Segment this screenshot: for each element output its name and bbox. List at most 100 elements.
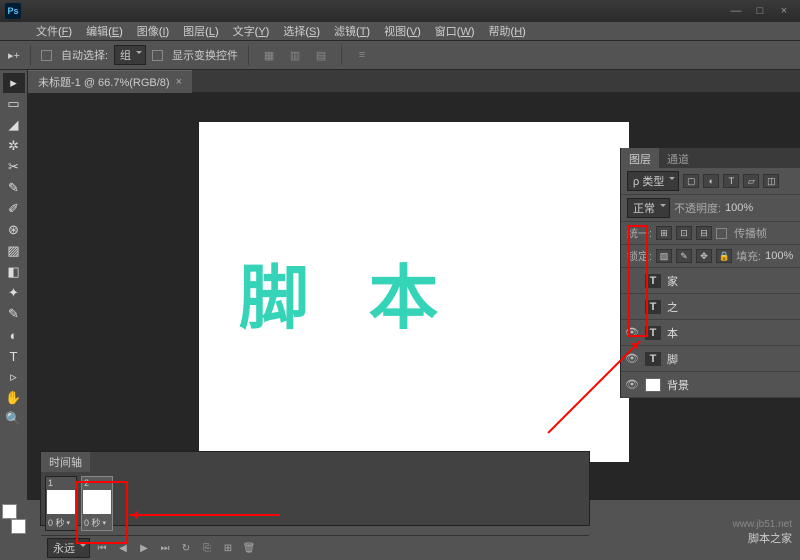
blur-tool[interactable]: ✎ bbox=[3, 304, 25, 324]
menu-help[interactable]: 帮助(H) bbox=[483, 21, 532, 41]
menu-window[interactable]: 窗口(W) bbox=[429, 21, 481, 41]
maximize-button[interactable]: □ bbox=[749, 3, 771, 19]
fill-value[interactable]: 100% bbox=[765, 250, 793, 262]
layer-name[interactable]: 本 bbox=[667, 325, 678, 341]
layer-name[interactable]: 脚 bbox=[667, 351, 678, 367]
menu-image[interactable]: 图像(I) bbox=[131, 21, 175, 41]
auto-select-checkbox[interactable] bbox=[41, 50, 52, 61]
tween-button[interactable]: ↻ bbox=[177, 541, 195, 555]
fill-label: 填充: bbox=[736, 248, 761, 264]
menu-filter[interactable]: 滤镜(T) bbox=[328, 21, 376, 41]
wand-tool[interactable]: ✲ bbox=[3, 136, 25, 156]
document-tab[interactable]: 未标题-1 @ 66.7%(RGB/8) × bbox=[28, 70, 192, 93]
dodge-tool[interactable]: ◐ bbox=[3, 325, 25, 345]
unify-style-icon[interactable]: ⊟ bbox=[696, 226, 712, 240]
menu-layer[interactable]: 图层(L) bbox=[177, 21, 224, 41]
propagate-checkbox[interactable] bbox=[716, 228, 727, 239]
next-frame-button[interactable]: ⏭ bbox=[156, 541, 174, 555]
layer-name[interactable]: 之 bbox=[667, 299, 678, 315]
tab-layers[interactable]: 图层 bbox=[621, 148, 659, 168]
distribute-button[interactable]: ≡ bbox=[352, 45, 372, 65]
auto-select-label: 自动选择: bbox=[61, 47, 108, 63]
document-tab-label: 未标题-1 @ 66.7%(RGB/8) bbox=[38, 74, 170, 90]
unify-position-icon[interactable]: ⊞ bbox=[656, 226, 672, 240]
filter-adjust-icon[interactable]: ◐ bbox=[703, 174, 719, 188]
layer-name[interactable]: 家 bbox=[667, 273, 678, 289]
tab-channels[interactable]: 通道 bbox=[659, 148, 697, 168]
hand-tool[interactable]: ✋ bbox=[3, 388, 25, 408]
lock-position-icon[interactable]: ✥ bbox=[696, 249, 712, 263]
filter-smart-icon[interactable]: ◫ bbox=[763, 174, 779, 188]
annotation-arrow bbox=[130, 514, 280, 516]
filter-shape-icon[interactable]: ▱ bbox=[743, 174, 759, 188]
delete-frame-button[interactable]: 🗑 bbox=[240, 541, 258, 555]
eyedropper-tool[interactable]: ✎ bbox=[3, 178, 25, 198]
background-color[interactable] bbox=[11, 519, 26, 534]
brush-tool[interactable]: ✐ bbox=[3, 199, 25, 219]
type-layer-icon: T bbox=[645, 352, 661, 366]
timeline-tab[interactable]: 时间轴 bbox=[41, 452, 90, 472]
filter-type-icon[interactable]: T bbox=[723, 174, 739, 188]
canvas[interactable]: 脚 本 bbox=[199, 122, 629, 462]
play-button[interactable]: ▶ bbox=[135, 541, 153, 555]
minimize-button[interactable]: — bbox=[725, 3, 747, 19]
filter-pixel-icon[interactable]: ▢ bbox=[683, 174, 699, 188]
frame-delay[interactable]: 0 秒 bbox=[46, 515, 76, 530]
watermark: www.jb51.net 脚本之家 bbox=[733, 519, 792, 546]
crop-tool[interactable]: ✂ bbox=[3, 157, 25, 177]
toolbox: ▸ ▭ ◢ ✲ ✂ ✎ ✐ ⊛ ▨ ◧ ✦ ✎ ◐ T ▹ ✋ 🔍 bbox=[0, 70, 28, 500]
move-tool[interactable]: ▸ bbox=[3, 73, 25, 93]
background-layer-icon bbox=[645, 378, 661, 392]
menu-view[interactable]: 视图(V) bbox=[378, 21, 427, 41]
move-tool-icon: ▸+ bbox=[8, 49, 20, 62]
watermark-url: www.jb51.net bbox=[733, 519, 792, 530]
close-window-button[interactable]: × bbox=[773, 3, 795, 19]
gradient-tool[interactable]: ✦ bbox=[3, 283, 25, 303]
propagate-label: 传播帧 bbox=[734, 225, 767, 241]
menu-type[interactable]: 文字(Y) bbox=[227, 21, 276, 41]
history-brush-tool[interactable]: ▨ bbox=[3, 241, 25, 261]
zoom-tool[interactable]: 🔍 bbox=[3, 409, 25, 429]
annotation-box bbox=[628, 225, 648, 337]
new-frame-button[interactable]: ⊞ bbox=[219, 541, 237, 555]
align-button[interactable]: ▤ bbox=[311, 45, 331, 65]
color-swatches[interactable] bbox=[2, 504, 26, 534]
layer-kind-dropdown[interactable]: ρ 类型 bbox=[627, 171, 679, 191]
marquee-tool[interactable]: ▭ bbox=[3, 94, 25, 114]
menu-edit[interactable]: 编辑(E) bbox=[80, 21, 129, 41]
layer-row[interactable]: 👁 T 脚 bbox=[621, 346, 800, 372]
path-tool[interactable]: ▹ bbox=[3, 367, 25, 387]
eraser-tool[interactable]: ◧ bbox=[3, 262, 25, 282]
frame-thumbnail bbox=[47, 490, 75, 514]
layer-name[interactable]: 背景 bbox=[667, 377, 689, 393]
auto-select-dropdown[interactable]: 组 bbox=[114, 45, 146, 65]
visibility-toggle[interactable]: 👁 bbox=[625, 378, 639, 392]
title-bar: Ps — □ × bbox=[0, 0, 800, 22]
opacity-value[interactable]: 100% bbox=[725, 202, 753, 214]
show-transform-checkbox[interactable] bbox=[152, 50, 163, 61]
menu-file[interactable]: 文件(F) bbox=[30, 21, 78, 41]
annotation-box bbox=[76, 481, 128, 544]
align-button[interactable]: ▥ bbox=[285, 45, 305, 65]
lock-brush-icon[interactable]: ✎ bbox=[676, 249, 692, 263]
menu-bar: 文件(F) 编辑(E) 图像(I) 图层(L) 文字(Y) 选择(S) 滤镜(T… bbox=[0, 22, 800, 40]
blend-mode-dropdown[interactable]: 正常 bbox=[627, 198, 670, 218]
frame-number: 1 bbox=[46, 477, 76, 489]
lock-all-icon[interactable]: 🔒 bbox=[716, 249, 732, 263]
unify-visibility-icon[interactable]: ⊡ bbox=[676, 226, 692, 240]
app-logo: Ps bbox=[5, 3, 21, 19]
duplicate-frame-button[interactable]: ⎘ bbox=[198, 541, 216, 555]
timeline-frame[interactable]: 1 0 秒 bbox=[45, 476, 77, 531]
close-tab-icon[interactable]: × bbox=[176, 76, 182, 88]
type-tool[interactable]: T bbox=[3, 346, 25, 366]
lasso-tool[interactable]: ◢ bbox=[3, 115, 25, 135]
align-button[interactable]: ▦ bbox=[259, 45, 279, 65]
document-tabs: 未标题-1 @ 66.7%(RGB/8) × bbox=[28, 70, 800, 92]
layer-row[interactable]: 👁 背景 bbox=[621, 372, 800, 398]
foreground-color[interactable] bbox=[2, 504, 17, 519]
lock-transparent-icon[interactable]: ▨ bbox=[656, 249, 672, 263]
canvas-text-content: 脚 本 bbox=[239, 242, 458, 343]
menu-select[interactable]: 选择(S) bbox=[277, 21, 326, 41]
stamp-tool[interactable]: ⊛ bbox=[3, 220, 25, 240]
watermark-text: 脚本之家 bbox=[733, 530, 792, 546]
